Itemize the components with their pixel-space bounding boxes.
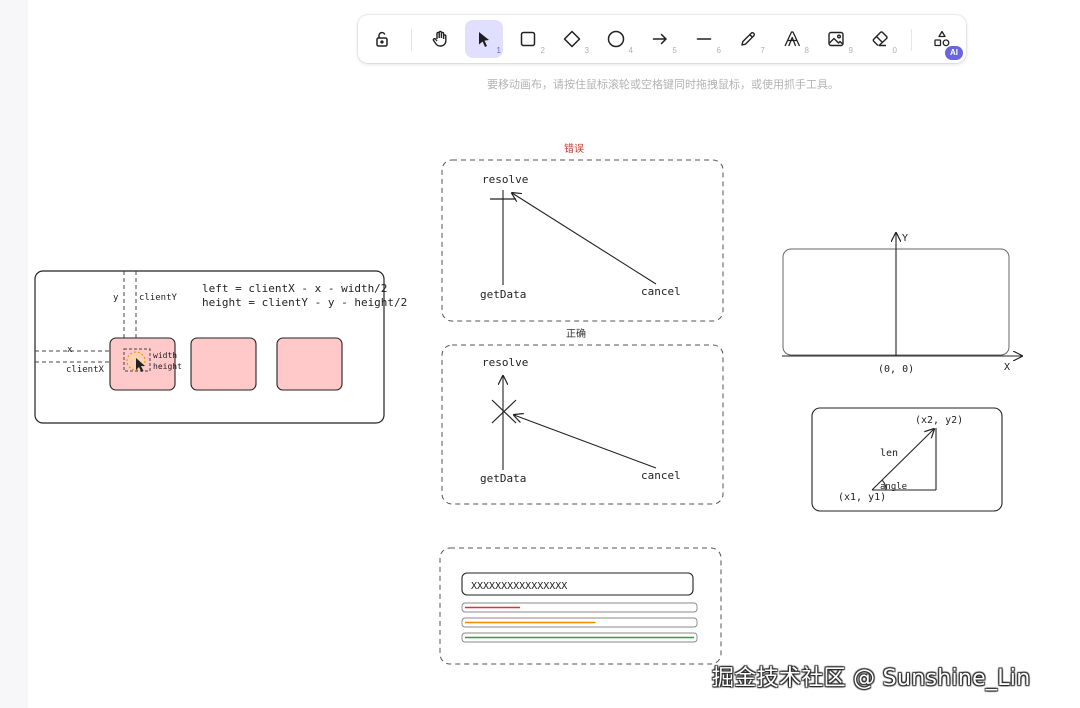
angle-label: angle [880, 482, 907, 492]
axis-diagram[interactable]: Y X (0, 0) [782, 233, 1022, 375]
right-cancel-label: cancel [641, 469, 681, 482]
point2-label: (x2, y2) [915, 415, 963, 426]
wrong-diagram[interactable]: resolve getData cancel [441, 159, 724, 322]
right-getdata-label: getData [480, 472, 526, 485]
len-label: len [880, 448, 898, 459]
drag-position-diagram[interactable]: y clientY x clientX width height left = … [34, 270, 407, 424]
wrong-cancel-label: cancel [641, 285, 681, 298]
card[interactable] [190, 337, 257, 391]
origin-label: (0, 0) [878, 364, 914, 375]
label-clientx: clientX [66, 365, 105, 375]
triangle-diagram[interactable]: (x2, y2) (x1, y1) len angle [811, 407, 1003, 512]
formula-top: height = clientY - y - height/2 [202, 296, 407, 309]
right-title: 正确 [566, 327, 586, 340]
formula-left: left = clientX - x - width/2 [202, 282, 387, 295]
cancel-arrow [512, 193, 657, 285]
right-diagram[interactable]: resolve getData cancel [441, 344, 724, 505]
label-width: width [153, 351, 177, 360]
drawing-canvas[interactable]: y clientY x clientX width height left = … [0, 0, 1080, 708]
card[interactable] [276, 337, 343, 391]
x-axis-label: X [1004, 362, 1010, 373]
y-axis-label: Y [902, 233, 908, 244]
wrong-resolve-label: resolve [482, 173, 528, 186]
point1-label: (x1, y1) [838, 492, 886, 503]
label-y: y [113, 293, 119, 303]
progress-mock[interactable]: XXXXXXXXXXXXXXXX [439, 547, 722, 665]
text-input-value: XXXXXXXXXXXXXXXX [471, 581, 567, 592]
right-resolve-label: resolve [482, 356, 528, 369]
label-x: x [67, 345, 73, 355]
watermark: 掘金技术社区 @ Sunshine_Lin [712, 666, 1031, 691]
wrong-title: 错误 [564, 142, 584, 155]
label-clienty: clientY [139, 293, 178, 303]
cancel-arrow [514, 415, 657, 469]
label-height: height [153, 362, 182, 371]
triangle-hypotenuse [871, 429, 934, 491]
progress-bars [461, 602, 698, 643]
wrong-getdata-label: getData [480, 288, 526, 301]
